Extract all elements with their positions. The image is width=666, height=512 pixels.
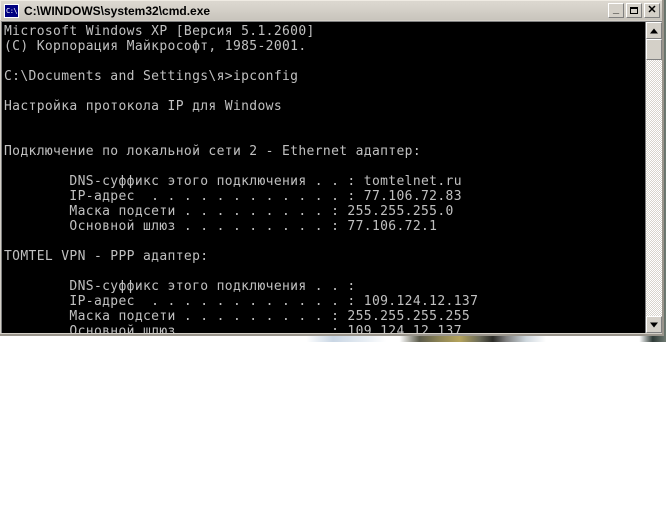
console-line: Основной шлюз . . . . . . . . . : 77.106… [4,219,438,234]
close-button[interactable]: ✕ [644,3,660,18]
console-line: IP-адрес . . . . . . . . . . . . : 77.10… [4,189,462,204]
window-titlebar[interactable]: C:\WINDOWS\system32\cmd.exe _ ✕ [0,0,662,20]
console-output-area[interactable]: Microsoft Windows XP [Версия 5.1.2600] (C… [2,22,645,333]
chevron-down-icon [650,322,658,327]
scrollbar-thumb[interactable] [646,39,662,60]
cmd-console-icon [4,3,19,18]
console-line: Маска подсети . . . . . . . . . : 255.25… [4,309,471,324]
minimize-icon: _ [612,3,620,15]
console-line: C:\Documents and Settings\я>ipconfig [4,69,299,84]
console-line: TOMTEL VPN - PPP адаптер: [4,249,209,264]
scrollbar-track[interactable] [646,39,662,316]
scroll-down-button[interactable] [646,316,662,333]
maximize-button[interactable] [626,3,642,18]
console-line: Подключение по локальной сети 2 - Ethern… [4,144,422,159]
page-whitespace [0,342,666,512]
vertical-scrollbar[interactable] [645,22,662,333]
console-line: DNS-суффикс этого подключения . . : tomt… [4,174,462,189]
console-line: Маска подсети . . . . . . . . . : 255.25… [4,204,454,219]
console-line: Microsoft Windows XP [Версия 5.1.2600] [4,24,315,39]
console-line: IP-адрес . . . . . . . . . . . . : 109.1… [4,294,479,309]
console-line: (C) Корпорация Майкрософт, 1985-2001. [4,39,307,54]
console-line: DNS-суффикс этого подключения . . : [4,279,356,294]
console-line: Настройка протокола IP для Windows [4,99,283,114]
scroll-up-button[interactable] [646,22,662,39]
console-line: Основной шлюз . . . . . . . . . : 109.12… [4,324,462,333]
caption-button-group: _ ✕ [608,3,660,18]
cmd-window: C:\WINDOWS\system32\cmd.exe _ ✕ Microsof… [0,0,664,336]
chevron-up-icon [650,28,658,33]
console-frame: Microsoft Windows XP [Версия 5.1.2600] (C… [1,21,662,333]
maximize-icon [627,4,641,17]
window-title: C:\WINDOWS\system32\cmd.exe [24,3,211,18]
close-icon: ✕ [647,4,657,16]
minimize-button[interactable]: _ [608,3,624,18]
